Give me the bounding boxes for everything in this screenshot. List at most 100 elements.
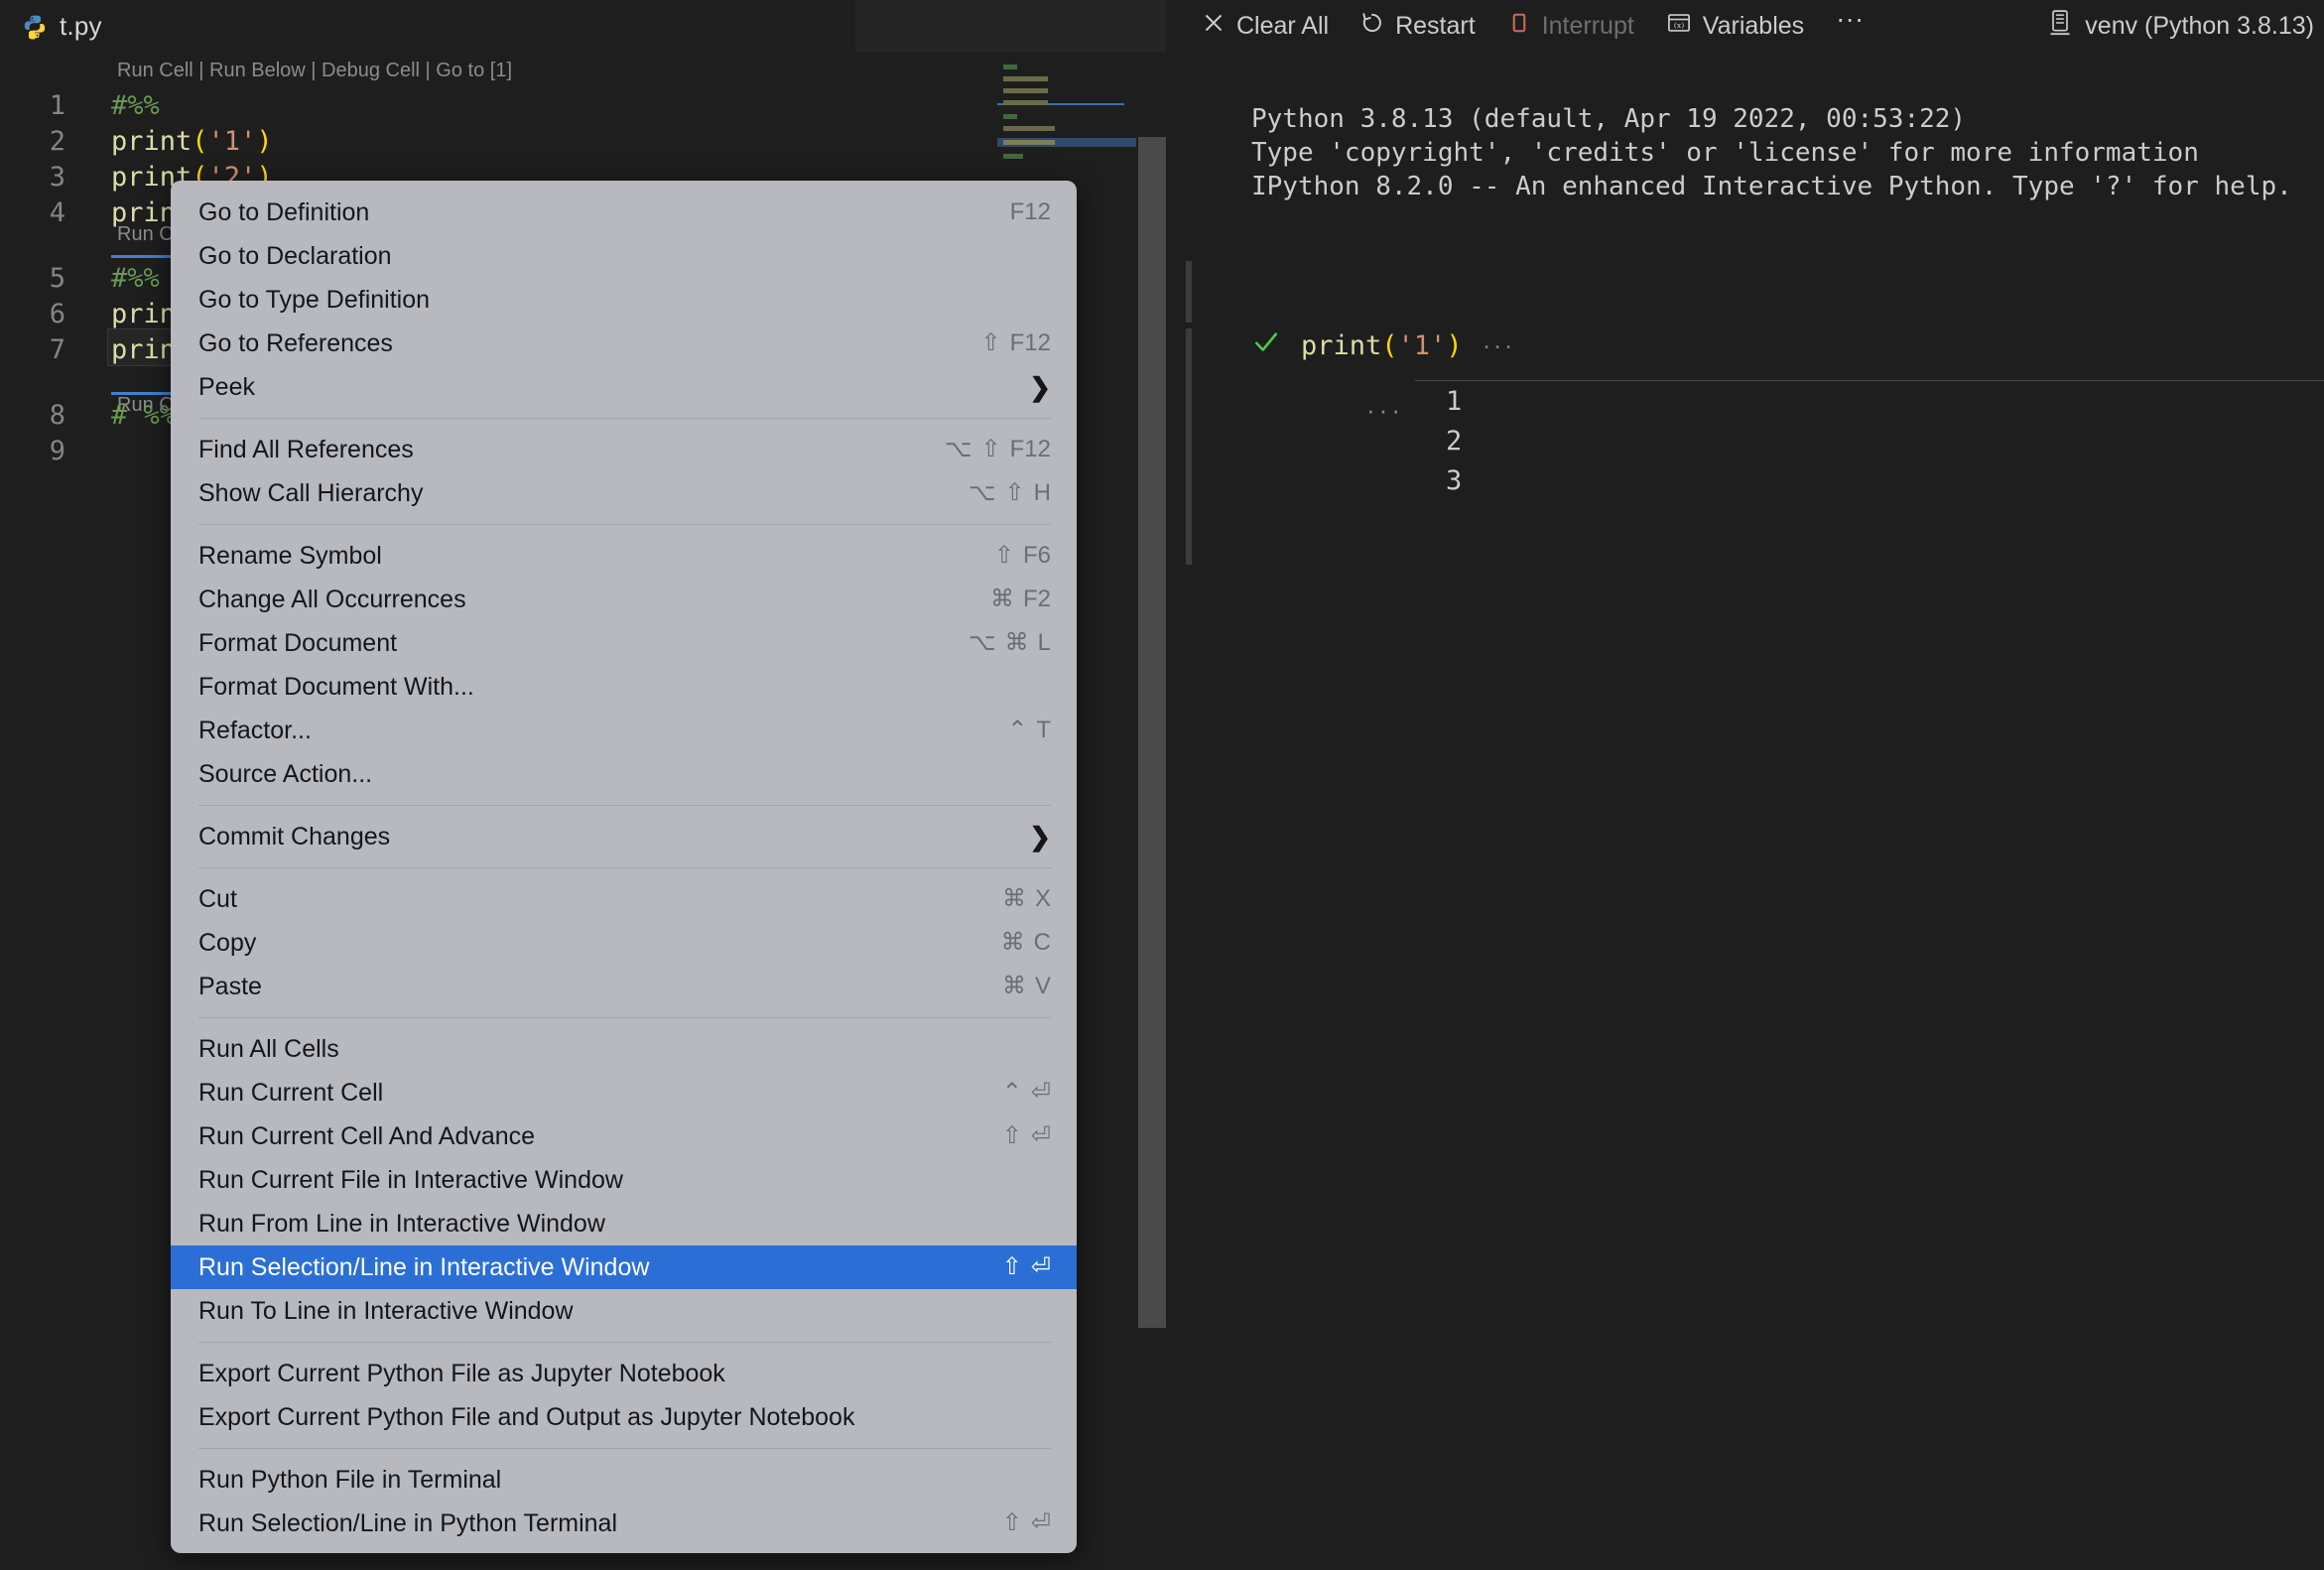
menu-item-peek[interactable]: Peek ❯ [171, 365, 1077, 409]
menu-separator [198, 805, 1051, 806]
cell-divider [1415, 380, 2324, 381]
menu-item-run-to-line-in-interactive-window[interactable]: Run To Line in Interactive Window [171, 1289, 1077, 1333]
menu-separator [198, 524, 1051, 525]
shortcut-key: ⏎ [1030, 1509, 1051, 1536]
shortcut-key: F6 [1022, 542, 1051, 569]
menu-item-paste[interactable]: Paste ⌘ V [171, 965, 1077, 1008]
tab-t-py[interactable]: t.py [0, 0, 124, 53]
code-line-1: #%% [111, 90, 160, 121]
menu-item-label: Export Current Python File as Jupyter No… [198, 1359, 725, 1387]
output-more-icon[interactable]: ··· [1366, 395, 1404, 426]
restart-button[interactable]: Restart [1345, 4, 1491, 50]
menu-item-label: Run Current Cell And Advance [198, 1121, 536, 1150]
menu-item-go-to-declaration[interactable]: Go to Declaration [171, 234, 1077, 278]
tab-strip: t.py [0, 0, 1166, 53]
clear-all-label: Clear All [1236, 12, 1330, 40]
restart-icon [1360, 11, 1384, 42]
menu-item-cut[interactable]: Cut ⌘ X [171, 877, 1077, 921]
modifier-key-glyph: ⌥ [968, 629, 996, 656]
menu-item-label: Run Selection/Line in Python Terminal [198, 1508, 618, 1537]
editor-scrollbar-thumb[interactable] [1138, 137, 1166, 1328]
menu-item-copy[interactable]: Copy ⌘ C [171, 921, 1077, 965]
line-number: 7 [49, 334, 65, 365]
menu-item-run-selection-line-in-interactive-window[interactable]: Run Selection/Line in Interactive Window… [171, 1245, 1077, 1289]
shortcut-key: F12 [1009, 198, 1051, 225]
cell-gutter-input [1186, 261, 1192, 323]
menu-item-run-current-cell-and-advance[interactable]: Run Current Cell And Advance ⇧ ⏎ [171, 1114, 1077, 1158]
menu-item-label: Rename Symbol [198, 541, 382, 570]
menu-item-run-all-cells[interactable]: Run All Cells [171, 1027, 1077, 1071]
menu-item-export-current-python-file-and-output-as-jupyter-notebook[interactable]: Export Current Python File and Output as… [171, 1395, 1077, 1439]
minimap-row [1003, 140, 1055, 145]
kernel-label: venv (Python 3.8.13) [2085, 12, 2314, 40]
shortcut-key: H [1033, 479, 1051, 506]
menu-item-rename-symbol[interactable]: Rename Symbol ⇧ F6 [171, 534, 1077, 578]
modifier-key-glyph: ⇧ [993, 542, 1014, 569]
server-icon [2047, 9, 2073, 44]
menu-item-accessory: ⌃ ⏎ [1002, 1081, 1051, 1105]
menu-item-change-all-occurrences[interactable]: Change All Occurrences ⌘ F2 [171, 578, 1077, 621]
menu-item-label: Run Python File in Terminal [198, 1465, 502, 1494]
shortcut-key: L [1037, 629, 1051, 656]
menu-item-label: Go to Definition [198, 197, 370, 226]
codelens-cell-1[interactable]: Run Cell | Run Below | Debug Cell | Go t… [117, 60, 512, 82]
editor-context-menu[interactable]: Go to Definition F12 Go to Declaration Go t… [171, 181, 1077, 1553]
modifier-key-glyph: ⌘ [989, 586, 1014, 612]
modifier-key-glyph: ⇧ [980, 329, 1001, 356]
menu-item-run-from-line-in-interactive-window[interactable]: Run From Line in Interactive Window [171, 1202, 1077, 1245]
menu-item-show-call-hierarchy[interactable]: Show Call Hierarchy ⌥ ⇧ H [171, 471, 1077, 515]
menu-item-run-current-cell[interactable]: Run Current Cell ⌃ ⏎ [171, 1071, 1077, 1114]
menu-item-source-action[interactable]: Source Action... [171, 752, 1077, 796]
close-icon [1202, 11, 1226, 42]
menu-item-run-current-file-in-interactive-window[interactable]: Run Current File in Interactive Window [171, 1158, 1077, 1202]
cell-gutter-output [1186, 328, 1192, 565]
interactive-window-body: Python 3.8.13 (default, Apr 19 2022, 00:… [1172, 53, 2324, 1570]
tab-strip-filler [855, 0, 1166, 53]
menu-item-label: Peek [198, 372, 255, 401]
restart-label: Restart [1395, 12, 1476, 40]
vscode-window: t.py Run Cell | Run Below | Debug Cell |… [0, 0, 2324, 1570]
menu-item-format-document-with[interactable]: Format Document With... [171, 665, 1077, 709]
interactive-cell-input[interactable]: print('1') ··· [1251, 327, 1515, 363]
modifier-key-glyph: ⇧ [980, 436, 1001, 462]
menu-item-go-to-type-definition[interactable]: Go to Type Definition [171, 278, 1077, 322]
menu-item-accessory: ⇧ ⏎ [1002, 1124, 1051, 1148]
shortcut-key: F12 [1009, 329, 1051, 356]
menu-item-export-current-python-file-as-jupyter-notebook[interactable]: Export Current Python File as Jupyter No… [171, 1352, 1077, 1395]
more-actions-button[interactable]: ··· [1820, 4, 1879, 50]
menu-item-format-document[interactable]: Format Document ⌥ ⌘ L [171, 621, 1077, 665]
kernel-selector[interactable]: venv (Python 3.8.13) [2047, 0, 2320, 53]
shortcut-key: ⏎ [1030, 1253, 1051, 1280]
kernel-banner: Python 3.8.13 (default, Apr 19 2022, 00:… [1251, 104, 2292, 201]
tab-label: t.py [60, 11, 102, 41]
menu-item-accessory: ⌥ ⌘ L [968, 631, 1051, 655]
menu-item-run-python-file-in-terminal[interactable]: Run Python File in Terminal [171, 1458, 1077, 1502]
cell-ellipsis[interactable]: ··· [1483, 330, 1515, 361]
menu-separator [198, 867, 1051, 868]
menu-item-refactor[interactable]: Refactor... ⌃ T [171, 709, 1077, 752]
svg-text:(x): (x) [1674, 21, 1684, 30]
variables-button[interactable]: (x) Variables [1650, 4, 1820, 50]
menu-separator [198, 418, 1051, 419]
menu-item-run-selection-line-in-python-terminal[interactable]: Run Selection/Line in Python Terminal ⇧ ⏎ [171, 1502, 1077, 1545]
line-number: 2 [49, 126, 65, 157]
menu-item-accessory: F12 [1010, 200, 1051, 224]
clear-all-button[interactable]: Clear All [1186, 4, 1345, 50]
menu-item-accessory: ⌘ C [1001, 931, 1051, 955]
menu-item-label: Find All References [198, 435, 414, 463]
menu-item-label: Run Current Cell [198, 1078, 384, 1107]
modifier-key-glyph: ⇧ [1001, 1122, 1022, 1149]
modifier-key-glyph: ⌘ [1004, 629, 1029, 656]
menu-item-label: Run Current File in Interactive Window [198, 1165, 623, 1194]
menu-item-go-to-references[interactable]: Go to References ⇧ F12 [171, 322, 1077, 365]
modifier-key-glyph: ⌘ [1000, 929, 1025, 956]
menu-item-accessory: ⇧ ⏎ [1002, 1255, 1051, 1279]
menu-item-commit-changes[interactable]: Commit Changes ❯ [171, 815, 1077, 858]
code-line-2: print('1') [111, 126, 273, 157]
line-number: 5 [49, 263, 65, 294]
interrupt-button[interactable]: Interrupt [1491, 4, 1650, 50]
menu-item-label: Change All Occurrences [198, 585, 466, 613]
menu-item-go-to-definition[interactable]: Go to Definition F12 [171, 191, 1077, 234]
menu-item-accessory: ⌃ T [1007, 719, 1051, 742]
menu-item-find-all-references[interactable]: Find All References ⌥ ⇧ F12 [171, 428, 1077, 471]
